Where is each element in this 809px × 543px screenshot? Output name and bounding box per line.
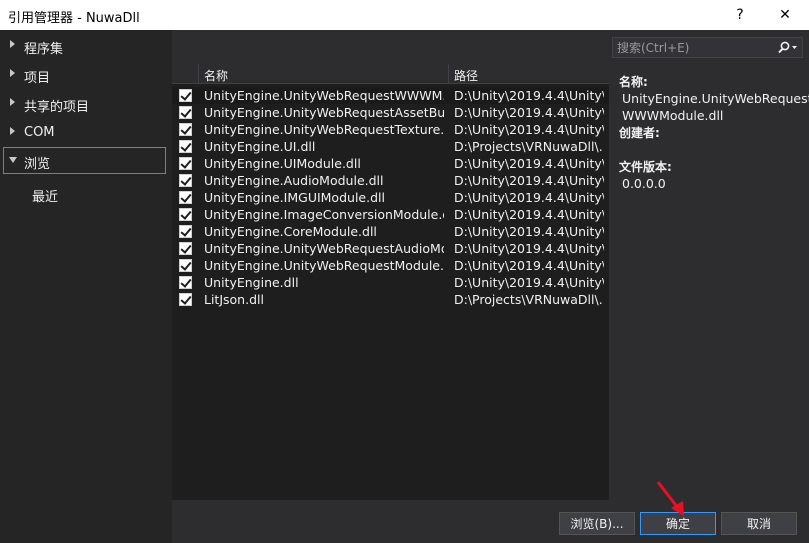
row-path: D:\Unity\2019.4.4\Unity\... xyxy=(454,156,604,171)
nav-item-assemblies[interactable]: 程序集 xyxy=(0,34,172,58)
row-name: UnityEngine.UnityWebRequestWWWM... xyxy=(204,88,444,103)
search-input[interactable] xyxy=(617,39,767,56)
row-name: LitJson.dll xyxy=(204,292,264,307)
nav-item-projects[interactable]: 项目 xyxy=(0,63,172,87)
row-path: D:\Unity\2019.4.4\Unity\... xyxy=(454,275,604,290)
nav-item-label: 最近 xyxy=(32,190,59,205)
row-path: D:\Unity\2019.4.4\Unity\... xyxy=(454,88,604,103)
row-name: UnityEngine.UI.dll xyxy=(204,139,316,154)
nav-item-label: COM xyxy=(24,125,55,140)
row-path: D:\Projects\VRNuwaDll\... xyxy=(454,292,604,307)
table-row[interactable]: UnityEngine.UnityWebRequestTexture... D:\… xyxy=(172,121,609,138)
checkbox[interactable] xyxy=(179,242,192,255)
table-row[interactable]: UnityEngine.dll D:\Unity\2019.4.4\Unity\.… xyxy=(172,274,609,291)
checkbox[interactable] xyxy=(179,276,192,289)
checkbox[interactable] xyxy=(179,157,192,170)
category-tree: 程序集 项目 共享的项目 COM 浏览 最近 xyxy=(0,30,172,543)
nav-item-label: 共享的项目 xyxy=(24,100,90,115)
nav-item-shared-projects[interactable]: 共享的项目 xyxy=(0,92,172,116)
close-button[interactable]: ✕ xyxy=(763,0,807,30)
checkbox[interactable] xyxy=(179,259,192,272)
help-button[interactable]: ? xyxy=(718,0,762,30)
help-icon: ? xyxy=(736,7,744,23)
checkbox[interactable] xyxy=(179,140,192,153)
expand-arrow-icon[interactable] xyxy=(10,40,15,48)
cancel-button[interactable]: 取消 xyxy=(721,512,797,535)
table-row[interactable]: UnityEngine.IMGUIModule.dll D:\Unity\2019… xyxy=(172,189,609,206)
row-path: D:\Projects\VRNuwaDll\... xyxy=(454,139,604,154)
checkbox[interactable] xyxy=(179,106,192,119)
row-path: D:\Unity\2019.4.4\Unity\... xyxy=(454,241,604,256)
checkbox[interactable] xyxy=(179,208,192,221)
checkbox[interactable] xyxy=(179,191,192,204)
row-name: UnityEngine.ImageConversionModule.dll xyxy=(204,207,444,222)
table-row[interactable]: UnityEngine.UnityWebRequestAudioMo... D:\… xyxy=(172,240,609,257)
detail-name-value-line2: WWWModule.dll xyxy=(622,108,724,123)
column-header-name[interactable]: 名称 xyxy=(204,67,228,84)
checkbox[interactable] xyxy=(179,123,192,136)
row-name: UnityEngine.UnityWebRequestTexture... xyxy=(204,122,444,137)
list-header: 名称 路径 xyxy=(172,64,609,84)
expand-arrow-icon[interactable] xyxy=(10,98,15,106)
row-name: UnityEngine.UIModule.dll xyxy=(204,156,361,171)
window-title: 引用管理器 - NuwaDll xyxy=(8,11,140,26)
table-row[interactable]: UnityEngine.UI.dll D:\Projects\VRNuwaDll\… xyxy=(172,138,609,155)
row-path: D:\Unity\2019.4.4\Unity\... xyxy=(454,105,604,120)
column-separator[interactable] xyxy=(448,64,449,84)
nav-item-recent[interactable]: 最近 xyxy=(0,182,172,206)
table-row[interactable]: UnityEngine.UnityWebRequestModule.dll D:\… xyxy=(172,257,609,274)
row-path: D:\Unity\2019.4.4\Unity\... xyxy=(454,190,604,205)
collapse-arrow-icon[interactable] xyxy=(9,157,17,163)
close-icon: ✕ xyxy=(779,7,791,23)
row-path: D:\Unity\2019.4.4\Unity\... xyxy=(454,258,604,273)
detail-name-label: 名称: xyxy=(619,75,648,89)
row-path: D:\Unity\2019.4.4\Unity\... xyxy=(454,224,604,239)
nav-item-browse[interactable]: 浏览 xyxy=(3,147,166,174)
details-panel: 名称: UnityEngine.UnityWebRequest WWWModul… xyxy=(612,64,809,500)
table-row[interactable]: UnityEngine.UnityWebRequestWWWM... D:\Uni… xyxy=(172,87,609,104)
expand-arrow-icon[interactable] xyxy=(10,127,15,135)
table-row[interactable]: UnityEngine.CoreModule.dll D:\Unity\2019.… xyxy=(172,223,609,240)
nav-item-label: 程序集 xyxy=(24,42,64,57)
nav-item-label: 浏览 xyxy=(24,157,51,172)
row-path: D:\Unity\2019.4.4\Unity\... xyxy=(454,207,604,222)
checkbox[interactable] xyxy=(179,293,192,306)
row-name: UnityEngine.UnityWebRequestModule.dll xyxy=(204,258,444,273)
detail-creator-label: 创建者: xyxy=(619,126,660,140)
reference-list: 名称 路径 UnityEngine.UnityWebRequestWWWM...… xyxy=(172,64,609,500)
column-separator[interactable] xyxy=(198,64,199,84)
row-name: UnityEngine.CoreModule.dll xyxy=(204,224,377,239)
table-row[interactable]: LitJson.dll D:\Projects\VRNuwaDll\... xyxy=(172,291,609,308)
checkbox[interactable] xyxy=(179,89,192,102)
row-path: D:\Unity\2019.4.4\Unity\... xyxy=(454,122,604,137)
browse-button[interactable]: 浏览(B)... xyxy=(559,512,635,535)
checkbox[interactable] xyxy=(179,174,192,187)
row-name: UnityEngine.AudioModule.dll xyxy=(204,173,384,188)
row-name: UnityEngine.dll xyxy=(204,275,299,290)
search-icon xyxy=(778,41,797,53)
row-name: UnityEngine.UnityWebRequestAssetBun... xyxy=(204,105,444,120)
table-row[interactable]: UnityEngine.UIModule.dll D:\Unity\2019.4.… xyxy=(172,155,609,172)
nav-item-label: 项目 xyxy=(24,71,51,86)
annotation-arrow-icon xyxy=(656,481,684,516)
detail-version-label: 文件版本: xyxy=(619,160,672,174)
detail-name-value-line1: UnityEngine.UnityWebRequest xyxy=(622,91,809,106)
row-name: UnityEngine.IMGUIModule.dll xyxy=(204,190,385,205)
search-box xyxy=(612,37,803,58)
expand-arrow-icon[interactable] xyxy=(10,69,15,77)
title-bar: 引用管理器 - NuwaDll ? ✕ xyxy=(0,0,809,30)
table-row[interactable]: UnityEngine.UnityWebRequestAssetBun... D:… xyxy=(172,104,609,121)
detail-version-value: 0.0.0.0 xyxy=(622,176,666,191)
nav-item-com[interactable]: COM xyxy=(0,121,172,145)
checkbox[interactable] xyxy=(179,225,192,238)
row-path: D:\Unity\2019.4.4\Unity\... xyxy=(454,173,604,188)
search-button[interactable] xyxy=(773,38,803,57)
table-row[interactable]: UnityEngine.ImageConversionModule.dll D:\… xyxy=(172,206,609,223)
row-name: UnityEngine.UnityWebRequestAudioMo... xyxy=(204,241,444,256)
column-header-path[interactable]: 路径 xyxy=(454,67,478,84)
table-row[interactable]: UnityEngine.AudioModule.dll D:\Unity\2019… xyxy=(172,172,609,189)
